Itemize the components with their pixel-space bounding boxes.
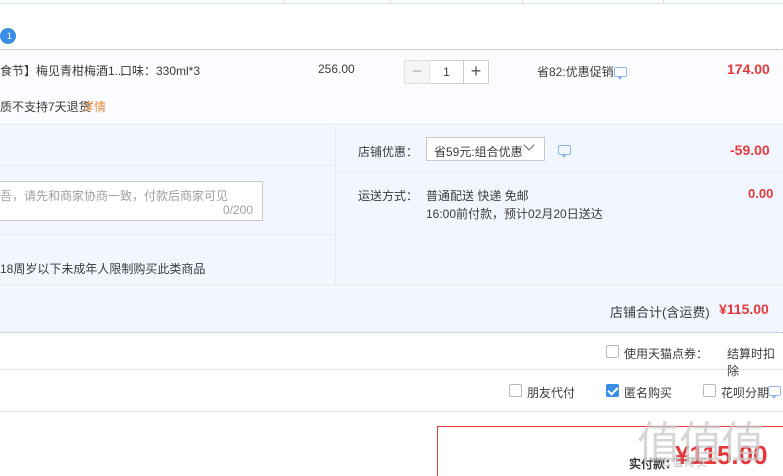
discount-amount: -59.00 <box>730 142 770 158</box>
chat-bubble-icon[interactable] <box>768 386 781 399</box>
huabei-installment-label: 花呗分期 <box>721 386 770 400</box>
quantity-decrease-button[interactable]: − <box>404 60 430 84</box>
unit-price: 256.00 <box>318 62 355 76</box>
tmall-coupon-label: 使用天猫点券： <box>624 347 709 361</box>
chat-bubble-icon[interactable] <box>558 145 571 158</box>
watermark-subtext: 么值得买 <box>660 457 708 469</box>
divider <box>335 126 336 286</box>
tmall-coupon-checkbox[interactable] <box>606 345 619 358</box>
anonymous-purchase-checkbox[interactable] <box>606 384 619 397</box>
age-restriction-note: 18周岁以下未成年人限制购买此类商品 <box>0 262 206 276</box>
shop-row <box>0 4 783 50</box>
discount-select-value[interactable]: 省59元:组合优惠 <box>434 143 523 160</box>
divider <box>336 172 783 173</box>
divider <box>0 234 335 235</box>
shipping-method: 普通配送 快递 免邮 <box>426 189 529 203</box>
shipping-delivery-time: 16:00前付款，预计02月20日送达 <box>426 207 603 221</box>
shipping-label: 运送方式： <box>358 189 419 203</box>
shop-total-amount: ¥115.00 <box>719 301 769 317</box>
shipping-fee: 0.00 <box>748 186 774 201</box>
product-name-link[interactable]: 食节】梅见青柑梅酒1... <box>0 62 125 79</box>
quantity-input[interactable]: 1 <box>430 60 463 84</box>
buyer-message-placeholder: 吾，请先和商家协商一致，付款后商家可见 <box>0 189 229 203</box>
shop-total-label: 店铺合计(含运费) <box>610 305 710 320</box>
friend-pay-checkbox[interactable] <box>509 384 522 397</box>
shop-discount-label: 店铺优惠： <box>358 145 419 159</box>
return-policy-note: 质不支持7天退货 <box>0 100 91 114</box>
shop-icon[interactable]: 1 <box>0 28 16 44</box>
product-spec: 口味：330ml*3 <box>120 64 201 78</box>
message-char-count: 0/200 <box>223 203 254 217</box>
item-total-price: 174.00 <box>727 61 770 77</box>
friend-pay-label: 朋友代付 <box>527 386 576 400</box>
return-detail-link[interactable]: 详情 <box>82 98 106 115</box>
shop-icon-badge: 1 <box>6 31 12 41</box>
anonymous-purchase-label: 匿名购买 <box>624 386 673 400</box>
promo-text: 省82:优惠促销 <box>537 65 614 79</box>
huabei-installment-checkbox[interactable] <box>703 384 716 397</box>
chat-bubble-icon[interactable] <box>614 67 627 80</box>
divider <box>0 165 335 166</box>
quantity-increase-button[interactable]: + <box>463 60 489 84</box>
